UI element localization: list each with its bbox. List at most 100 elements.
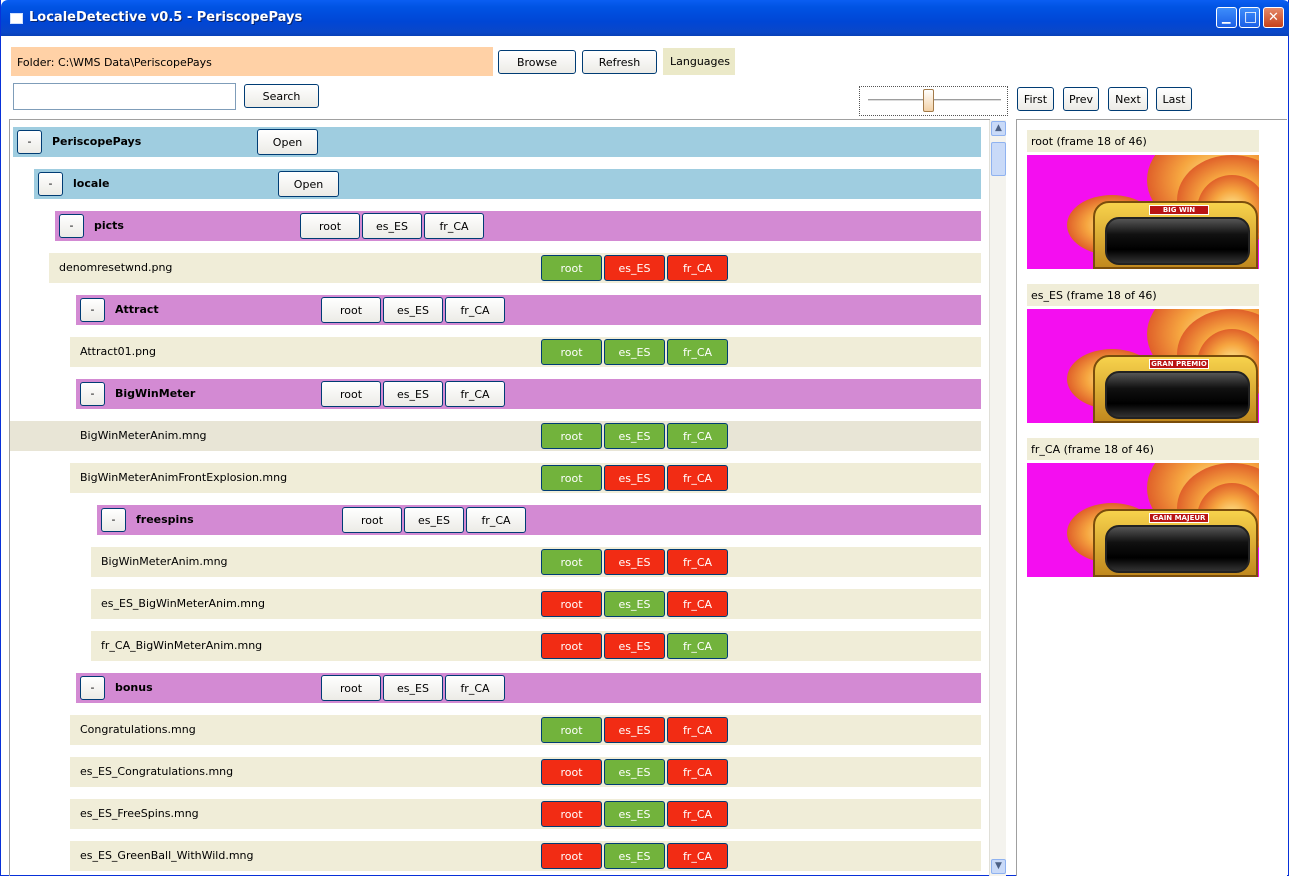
- status-button-root[interactable]: root: [541, 591, 602, 617]
- status-button-fr-ca[interactable]: fr_CA: [667, 717, 728, 743]
- browse-button[interactable]: Browse: [498, 50, 576, 74]
- status-button-es-es[interactable]: es_ES: [604, 465, 665, 491]
- file-row[interactable]: es_ES_FreeSpins.mng root es_ES fr_CA: [70, 799, 981, 829]
- file-row[interactable]: BigWinMeterAnimFrontExplosion.mng root es_…: [70, 463, 981, 493]
- status-button-es-es[interactable]: es_ES: [604, 255, 665, 281]
- file-row[interactable]: denomresetwnd.png root es_ES fr_CA: [49, 253, 981, 283]
- status-button-root[interactable]: root: [541, 759, 602, 785]
- lang-button-fr-ca[interactable]: fr_CA: [445, 381, 505, 407]
- open-folder-button[interactable]: Open: [257, 129, 318, 155]
- file-row[interactable]: fr_CA_BigWinMeterAnim.mng root es_ES fr_CA: [91, 631, 981, 661]
- status-button-es-es[interactable]: es_ES: [604, 717, 665, 743]
- lang-button-root[interactable]: root: [300, 213, 360, 239]
- file-row[interactable]: Attract01.png root es_ES fr_CA: [70, 337, 981, 367]
- status-button-fr-ca[interactable]: fr_CA: [667, 591, 728, 617]
- status-button-root[interactable]: root: [541, 633, 602, 659]
- tree-scrollbar[interactable]: ▲ ▼: [989, 120, 1006, 876]
- status-button-fr-ca[interactable]: fr_CA: [667, 759, 728, 785]
- slider-thumb[interactable]: [923, 89, 934, 112]
- lang-button-es-es[interactable]: es_ES: [383, 381, 443, 407]
- slot-machine-graphic: BIG WIN: [1093, 201, 1258, 269]
- status-button-root[interactable]: root: [541, 717, 602, 743]
- status-button-fr-ca[interactable]: fr_CA: [667, 843, 728, 869]
- status-button-root[interactable]: root: [541, 255, 602, 281]
- lang-button-es-es[interactable]: es_ES: [383, 297, 443, 323]
- folder-row[interactable]: - Attract root es_ES fr_CA: [76, 295, 981, 325]
- title-bar[interactable]: LocaleDetective v0.5 - PeriscopePays ▁ □…: [1, 0, 1289, 36]
- scroll-down-icon[interactable]: ▼: [991, 859, 1006, 874]
- win-banner: GAIN MAJEUR: [1149, 513, 1209, 523]
- lang-button-fr-ca[interactable]: fr_CA: [424, 213, 484, 239]
- status-button-es-es[interactable]: es_ES: [604, 843, 665, 869]
- collapse-toggle-button[interactable]: -: [59, 214, 84, 238]
- close-button[interactable]: ✕: [1263, 7, 1284, 28]
- status-button-fr-ca[interactable]: fr_CA: [667, 465, 728, 491]
- lang-button-root[interactable]: root: [321, 297, 381, 323]
- folder-row[interactable]: - bonus root es_ES fr_CA: [76, 673, 981, 703]
- status-button-fr-ca[interactable]: fr_CA: [667, 549, 728, 575]
- minimize-button[interactable]: ▁: [1216, 7, 1237, 28]
- preview-image: GRAN PREMIO: [1027, 309, 1259, 423]
- file-row[interactable]: es_ES_GreenBall_WithWild.mng root es_ES fr_…: [70, 841, 981, 871]
- prev-button[interactable]: Prev: [1063, 87, 1099, 111]
- scroll-thumb[interactable]: [991, 142, 1006, 176]
- status-button-es-es[interactable]: es_ES: [604, 759, 665, 785]
- preview-image: GAIN MAJEUR: [1027, 463, 1259, 577]
- folder-row[interactable]: - locale Open: [34, 169, 981, 199]
- file-row[interactable]: es_ES_Congratulations.mng root es_ES fr_CA: [70, 757, 981, 787]
- collapse-toggle-button[interactable]: -: [38, 172, 63, 196]
- lang-button-fr-ca[interactable]: fr_CA: [445, 297, 505, 323]
- lang-button-fr-ca[interactable]: fr_CA: [445, 675, 505, 701]
- lang-button-es-es[interactable]: es_ES: [404, 507, 464, 533]
- next-button[interactable]: Next: [1108, 87, 1148, 111]
- scroll-up-icon[interactable]: ▲: [991, 121, 1006, 136]
- file-row[interactable]: es_ES_BigWinMeterAnim.mng root es_ES fr_CA: [91, 589, 981, 619]
- status-button-fr-ca[interactable]: fr_CA: [667, 633, 728, 659]
- maximize-button[interactable]: □: [1239, 7, 1260, 28]
- status-button-es-es[interactable]: es_ES: [604, 801, 665, 827]
- search-button[interactable]: Search: [244, 84, 319, 108]
- file-label: BigWinMeterAnim.mng: [80, 429, 207, 442]
- app-window: LocaleDetective v0.5 - PeriscopePays ▁ □…: [0, 0, 1289, 876]
- refresh-button[interactable]: Refresh: [582, 50, 657, 74]
- first-button[interactable]: First: [1017, 87, 1054, 111]
- status-button-root[interactable]: root: [541, 465, 602, 491]
- collapse-toggle-button[interactable]: -: [80, 382, 105, 406]
- collapse-toggle-button[interactable]: -: [101, 508, 126, 532]
- status-button-root[interactable]: root: [541, 339, 602, 365]
- status-button-es-es[interactable]: es_ES: [604, 339, 665, 365]
- lang-button-root[interactable]: root: [342, 507, 402, 533]
- frame-slider[interactable]: [859, 86, 1008, 116]
- status-button-root[interactable]: root: [541, 423, 602, 449]
- status-button-es-es[interactable]: es_ES: [604, 633, 665, 659]
- status-button-es-es[interactable]: es_ES: [604, 591, 665, 617]
- collapse-toggle-button[interactable]: -: [80, 298, 105, 322]
- collapse-toggle-button[interactable]: -: [17, 130, 42, 154]
- folder-row[interactable]: - freespins root es_ES fr_CA: [97, 505, 981, 535]
- last-button[interactable]: Last: [1156, 87, 1192, 111]
- status-button-root[interactable]: root: [541, 801, 602, 827]
- status-button-root[interactable]: root: [541, 549, 602, 575]
- folder-row[interactable]: - PeriscopePays Open: [13, 127, 981, 157]
- lang-button-fr-ca[interactable]: fr_CA: [466, 507, 526, 533]
- search-input[interactable]: [13, 83, 236, 110]
- status-button-fr-ca[interactable]: fr_CA: [667, 423, 728, 449]
- status-button-fr-ca[interactable]: fr_CA: [667, 339, 728, 365]
- lang-button-es-es[interactable]: es_ES: [362, 213, 422, 239]
- file-row[interactable]: BigWinMeterAnim.mng root es_ES fr_CA: [10, 421, 981, 451]
- collapse-toggle-button[interactable]: -: [80, 676, 105, 700]
- folder-row[interactable]: - picts root es_ES fr_CA: [55, 211, 981, 241]
- lang-button-es-es[interactable]: es_ES: [383, 675, 443, 701]
- folder-row[interactable]: - BigWinMeter root es_ES fr_CA: [76, 379, 981, 409]
- status-button-fr-ca[interactable]: fr_CA: [667, 801, 728, 827]
- status-button-es-es[interactable]: es_ES: [604, 549, 665, 575]
- status-button-root[interactable]: root: [541, 843, 602, 869]
- status-button-fr-ca[interactable]: fr_CA: [667, 255, 728, 281]
- lang-button-root[interactable]: root: [321, 381, 381, 407]
- app-icon: [10, 13, 23, 24]
- open-folder-button[interactable]: Open: [278, 171, 339, 197]
- file-row[interactable]: Congratulations.mng root es_ES fr_CA: [70, 715, 981, 745]
- status-button-es-es[interactable]: es_ES: [604, 423, 665, 449]
- lang-button-root[interactable]: root: [321, 675, 381, 701]
- file-row[interactable]: BigWinMeterAnim.mng root es_ES fr_CA: [91, 547, 981, 577]
